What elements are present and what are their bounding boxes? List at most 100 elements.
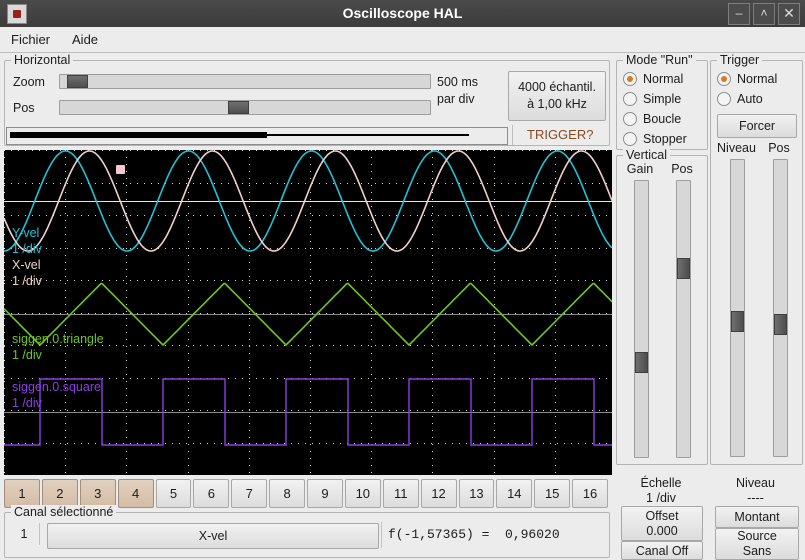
samples-count: 4000 échantil. bbox=[518, 80, 596, 94]
selected-channel-number: 1 bbox=[20, 527, 28, 541]
zoom-slider[interactable] bbox=[59, 74, 431, 89]
channel-button-1[interactable]: 1 bbox=[4, 479, 40, 508]
minimize-icon[interactable]: – bbox=[728, 3, 750, 25]
channel-button-2[interactable]: 2 bbox=[41, 479, 78, 508]
capture-progress-bar[interactable] bbox=[6, 127, 508, 145]
vertical-gain-slider-thumb[interactable] bbox=[635, 352, 648, 373]
trace-label-y-vel: Y-vel bbox=[12, 226, 40, 240]
vertical-gain-slider[interactable] bbox=[634, 180, 649, 458]
window-title: Oscilloscope HAL bbox=[342, 5, 463, 21]
trace-scale-triangle: 1 /div bbox=[12, 348, 42, 362]
trace-scale-x-vel: 1 /div bbox=[12, 274, 42, 288]
menu-item-aide[interactable]: Aide bbox=[69, 30, 101, 49]
trigger-pos-slider[interactable] bbox=[773, 159, 788, 457]
menu-item-fichier[interactable]: Fichier bbox=[8, 30, 53, 49]
vertical-gain-label: Gain bbox=[626, 162, 654, 176]
channel-button-10[interactable]: 10 bbox=[344, 479, 381, 508]
maximize-icon[interactable]: ˄ bbox=[753, 3, 775, 25]
mode-run-group: Mode "Run" Normal Simple Boucle Stopper bbox=[616, 53, 708, 150]
horizontal-pos-slider[interactable] bbox=[59, 100, 431, 115]
mode-option-boucle[interactable]: Boucle bbox=[617, 109, 707, 129]
channel-button-6[interactable]: 6 bbox=[193, 479, 230, 508]
capture-progress-filled bbox=[10, 132, 267, 138]
mode-option-simple[interactable]: Simple bbox=[617, 89, 707, 109]
channel-button-16[interactable]: 16 bbox=[572, 479, 608, 508]
trigger-source-value: Sans bbox=[742, 544, 772, 558]
capture-progress-row: TRIGGER? bbox=[4, 125, 608, 145]
radio-icon[interactable] bbox=[623, 132, 637, 146]
canal-off-button[interactable]: Canal Off bbox=[621, 541, 703, 560]
mode-option-simple-label: Simple bbox=[643, 92, 682, 106]
mode-option-boucle-label: Boucle bbox=[643, 112, 682, 126]
channel-button-13[interactable]: 13 bbox=[458, 479, 495, 508]
channel-button-3[interactable]: 3 bbox=[79, 479, 116, 508]
trigger-pos-label: Pos bbox=[768, 141, 790, 155]
time-per-div-line1: 500 ms bbox=[437, 75, 478, 89]
trigger-source-button[interactable]: Source Sans bbox=[715, 528, 799, 560]
channel-button-bar: 1 2 3 4 5 6 7 8 9 10 11 12 13 14 15 16 bbox=[4, 479, 608, 508]
menu-bar: Fichier Aide bbox=[0, 27, 805, 53]
scope-edge-strip bbox=[612, 150, 614, 475]
channel-button-4[interactable]: 4 bbox=[117, 479, 154, 508]
trigger-option-normal-label: Normal bbox=[737, 72, 778, 86]
radio-icon[interactable] bbox=[623, 72, 637, 86]
trigger-option-auto[interactable]: Auto bbox=[711, 89, 802, 109]
trace-label-triangle: siggen.0.triangle bbox=[12, 332, 104, 346]
vertical-pos-label: Pos bbox=[671, 162, 693, 176]
trigger-slope-button[interactable]: Montant bbox=[715, 506, 799, 528]
force-trigger-button[interactable]: Forcer bbox=[717, 114, 797, 138]
radio-icon[interactable] bbox=[623, 112, 637, 126]
mode-option-stopper-label: Stopper bbox=[643, 132, 687, 146]
trigger-niveau-slider-thumb[interactable] bbox=[731, 311, 744, 332]
radio-icon[interactable] bbox=[717, 92, 731, 106]
horizontal-pos-slider-thumb[interactable] bbox=[228, 101, 249, 114]
close-icon[interactable]: ✕ bbox=[778, 3, 800, 25]
vertical-pos-slider-thumb[interactable] bbox=[677, 258, 690, 279]
vertical-pos-slider[interactable] bbox=[676, 180, 691, 458]
vertical-legend: Vertical bbox=[623, 148, 670, 162]
samples-rate-button[interactable]: 4000 échantil. à 1,00 kHz bbox=[508, 71, 606, 121]
channel-button-11[interactable]: 11 bbox=[382, 479, 419, 508]
selected-channel-group: Canal sélectionné 1 X-vel f(-1,57365) = … bbox=[4, 505, 610, 558]
selected-channel-legend: Canal sélectionné bbox=[11, 505, 117, 519]
time-per-div-line2: par div bbox=[437, 92, 475, 106]
channel-button-8[interactable]: 8 bbox=[269, 479, 305, 508]
mode-option-normal-label: Normal bbox=[643, 72, 684, 86]
channel-button-12[interactable]: 12 bbox=[420, 479, 457, 508]
trace-label-x-vel: X-vel bbox=[12, 258, 41, 272]
mode-option-stopper[interactable]: Stopper bbox=[617, 129, 707, 149]
title-bar: Oscilloscope HAL – ˄ ✕ bbox=[0, 0, 805, 28]
radio-icon[interactable] bbox=[623, 92, 637, 106]
trigger-level-label: Niveau bbox=[736, 476, 775, 490]
trigger-legend: Trigger bbox=[717, 53, 763, 67]
trigger-niveau-label: Niveau bbox=[717, 141, 756, 155]
echelle-value: 1 /div bbox=[646, 491, 676, 505]
trigger-pos-slider-thumb[interactable] bbox=[774, 314, 787, 335]
trigger-group: Trigger Normal Auto Forcer Niveau Pos bbox=[710, 53, 803, 465]
selected-channel-name-button[interactable]: X-vel bbox=[47, 523, 379, 549]
trigger-option-auto-label: Auto bbox=[737, 92, 763, 106]
capture-progress-rest bbox=[267, 134, 469, 136]
zoom-slider-thumb[interactable] bbox=[67, 75, 88, 88]
samples-rate: à 1,00 kHz bbox=[527, 97, 587, 111]
offset-button[interactable]: Offset 0.000 bbox=[621, 506, 703, 541]
channel-button-5[interactable]: 5 bbox=[155, 479, 192, 508]
mode-option-normal[interactable]: Normal bbox=[617, 69, 707, 89]
channel-button-9[interactable]: 9 bbox=[307, 479, 343, 508]
scope-display[interactable]: Y-vel 1 /div X-vel 1 /div siggen.0.trian… bbox=[4, 150, 612, 475]
channel-button-14[interactable]: 14 bbox=[496, 479, 533, 508]
channel-button-15[interactable]: 15 bbox=[534, 479, 571, 508]
divider bbox=[512, 125, 513, 145]
channel-button-7[interactable]: 7 bbox=[231, 479, 268, 508]
vertical-group: Vertical Gain Pos bbox=[616, 148, 708, 465]
function-readout: f(-1,57365) = 0,96020 bbox=[388, 527, 560, 542]
divider bbox=[381, 522, 382, 548]
offset-label: Offset bbox=[645, 508, 679, 523]
trigger-option-normal[interactable]: Normal bbox=[711, 69, 802, 89]
scope-canvas bbox=[4, 150, 612, 475]
zoom-label: Zoom bbox=[13, 74, 45, 89]
window-controls: – ˄ ✕ bbox=[728, 3, 800, 25]
trace-scale-y-vel: 1 /div bbox=[12, 242, 42, 256]
radio-icon[interactable] bbox=[717, 72, 731, 86]
trigger-niveau-slider[interactable] bbox=[730, 159, 745, 457]
